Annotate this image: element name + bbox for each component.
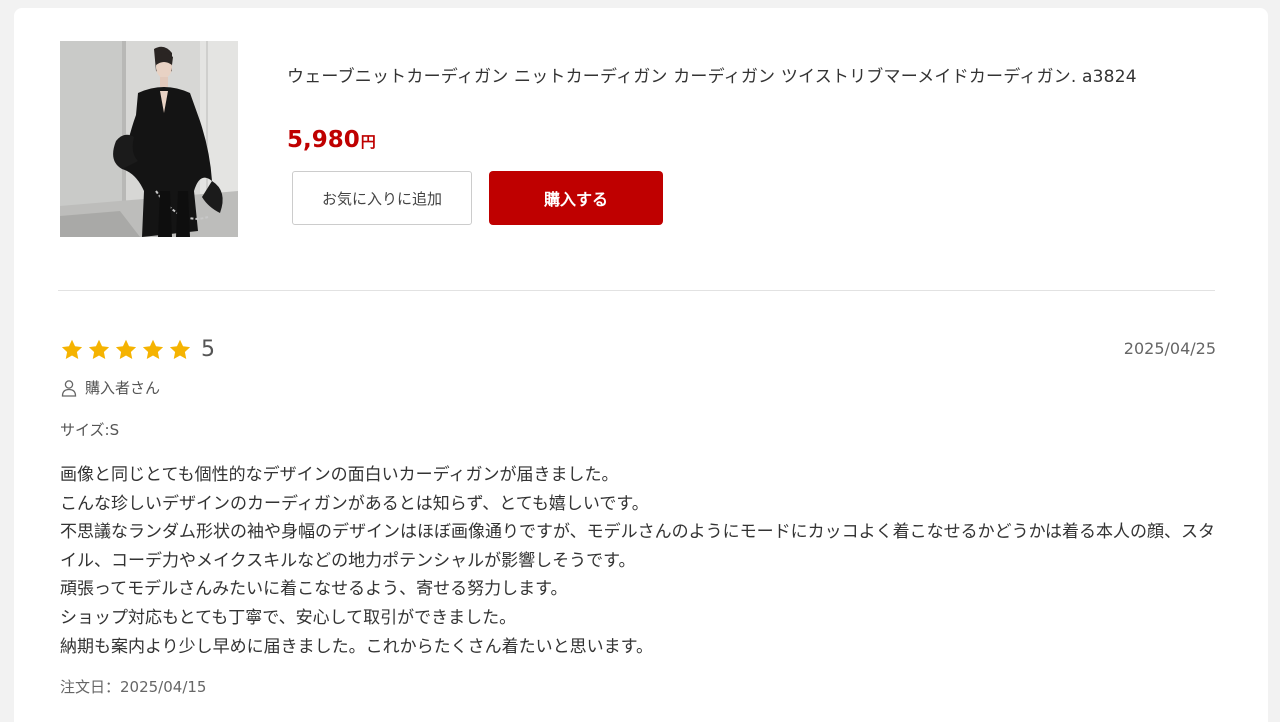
user-icon <box>61 379 77 397</box>
rating-value: 5 <box>201 337 215 362</box>
reviewer: 購入者さん <box>60 377 160 398</box>
reviewer-name: 購入者さん <box>85 379 161 397</box>
star-icon <box>61 339 83 359</box>
buy-button[interactable]: 購入する <box>489 171 663 225</box>
star-icon <box>115 339 137 359</box>
price-currency: 円 <box>360 133 376 151</box>
star-icon <box>142 339 164 359</box>
product-image[interactable] <box>60 41 238 237</box>
divider <box>58 290 1215 291</box>
review-size: サイズ:S <box>60 421 120 439</box>
product-summary: ウェーブニットカーディガン ニットカーディガン カーディガン ツイストリブマーメ… <box>60 41 1214 239</box>
product-photo <box>60 41 238 237</box>
rating: 5 <box>60 333 215 367</box>
review-date: 2025/04/25 <box>1123 339 1216 358</box>
star-icon <box>169 339 191 359</box>
product-price: 5,980円 <box>287 125 376 157</box>
star-icon <box>88 339 110 359</box>
order-date: 注文日：2025/04/15 <box>60 678 207 696</box>
price-amount: 5,980 <box>287 127 360 153</box>
add-to-favorites-button[interactable]: お気に入りに追加 <box>292 171 472 225</box>
review-body: 画像と同じとても個性的なデザインの面白いカーディガンが届きました。 こんな珍しい… <box>60 465 1215 657</box>
review-card: ウェーブニットカーディガン ニットカーディガン カーディガン ツイストリブマーメ… <box>14 8 1268 722</box>
product-title[interactable]: ウェーブニットカーディガン ニットカーディガン カーディガン ツイストリブマーメ… <box>287 65 1217 89</box>
